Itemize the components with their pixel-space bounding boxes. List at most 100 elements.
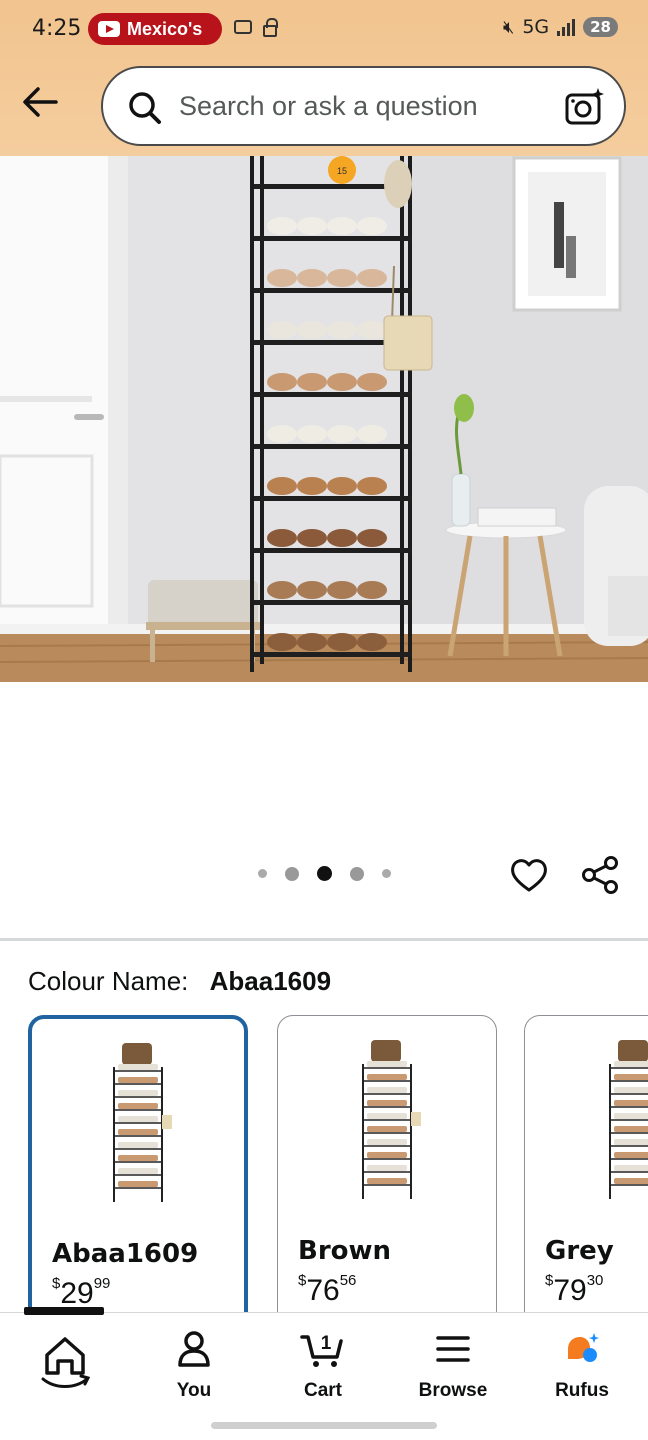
shoe [297,217,327,235]
shoe [267,477,297,495]
signal-icon [557,18,576,36]
thumb-shoes [367,1087,407,1093]
colour-name-row: Colour Name: Abaa1609 [28,966,331,997]
shoe [297,581,327,599]
share-button[interactable] [580,854,624,898]
thumb-shoes [614,1139,648,1145]
shoe [297,529,327,547]
thumb-shoes [367,1126,407,1132]
shoe [297,321,327,339]
shoe [327,581,357,599]
shoe [327,529,357,547]
shoe [327,269,357,287]
thumb-shoes [614,1100,648,1106]
bag [371,1040,401,1062]
thumb-shoes [614,1113,648,1119]
network-type: 5G [522,16,550,38]
thumb-shoes [118,1064,158,1070]
shoe [357,269,387,287]
cart-icon: 1 [300,1333,343,1367]
battery-indicator: 28 [583,17,618,37]
status-time: 4:25 [32,16,82,41]
thumb-shoes [367,1165,407,1171]
shoe [327,633,357,651]
mute-icon: 🔇︎ [502,16,515,38]
gesture-navigation-bar[interactable] [211,1422,437,1429]
shoe-rack-photo: 15 [0,156,648,682]
cart-count-badge: 1 [321,1333,332,1354]
thumb-shoes [118,1090,158,1096]
swatch-brown[interactable]: Brown $7656 [277,1015,497,1315]
shoe [327,321,357,339]
rack-shelf [254,392,412,397]
shoe [267,321,297,339]
shoe [357,217,387,235]
thumb-shoes [614,1087,648,1093]
thumb-shoes [118,1103,158,1109]
colour-label: Colour Name: [28,966,189,996]
shoe [297,373,327,391]
swatch-price: $7930 [545,1272,604,1307]
youtube-notification-pill[interactable]: Mexico's [88,13,222,45]
shoe [267,529,297,547]
camera-lens-icon[interactable] [564,86,606,128]
rack-shelf [254,236,412,241]
ball-number: 15 [337,166,347,176]
shoe [297,633,327,651]
arrow-left-icon [23,87,58,117]
search-icon [129,92,161,124]
nav-rufus-label: Rufus [555,1380,609,1401]
rack-shelf [254,600,412,605]
shoe [357,321,387,339]
swatch-abaa1609[interactable]: Abaa1609 $2999 [28,1015,248,1315]
wishlist-button[interactable] [508,854,552,898]
carousel-dot-active[interactable] [317,866,332,881]
shoe [357,373,387,391]
shoe [267,269,297,287]
shoe [267,581,297,599]
thumb-shoes [367,1139,407,1145]
shoe [297,425,327,443]
shoe [357,477,387,495]
nav-home[interactable] [10,1329,120,1402]
shoe [357,529,387,547]
swatch-grey[interactable]: Grey $7930 [524,1015,648,1315]
shoe [297,269,327,287]
thumb-shoes [118,1116,158,1122]
carousel-indicator[interactable] [258,866,391,881]
thumb-shoes [367,1113,407,1119]
thumb-shoes [367,1061,407,1067]
nav-cart[interactable]: 1 Cart [268,1329,378,1402]
search-bar[interactable] [101,66,626,146]
swatch-name: Abaa1609 [52,1239,199,1269]
share-icon [582,856,618,894]
shoe [267,425,297,443]
thumb-bag [411,1112,421,1126]
wallet-icon [234,20,252,34]
carousel-dot[interactable] [258,869,267,878]
swatch-price: $7656 [298,1272,357,1307]
product-image[interactable]: 15 [0,156,648,682]
back-button[interactable] [18,80,62,124]
swatch-price: $2999 [52,1275,111,1310]
thumb-shoes [614,1178,648,1184]
home-icon [41,1337,91,1388]
colour-selected-value: Abaa1609 [209,966,332,996]
shoe [357,581,387,599]
nav-you[interactable]: You [139,1329,249,1402]
thumb-shoes [614,1061,648,1067]
search-input[interactable] [179,88,559,124]
thumb-shoes [118,1155,158,1161]
thumb-shoes [614,1126,648,1132]
shoe [267,373,297,391]
swatch-thumbnail [609,1040,648,1199]
heart-icon [511,859,547,892]
rack-shelf [254,444,412,449]
nav-browse[interactable]: Browse [398,1329,508,1402]
carousel-dot[interactable] [285,866,299,881]
nav-rufus[interactable]: Rufus [527,1329,637,1402]
bottom-navigation: You 1 Cart Browse Rufus [0,1307,648,1440]
carousel-dot[interactable] [350,866,364,881]
thumb-shoes [118,1142,158,1148]
carousel-dot[interactable] [382,869,391,878]
